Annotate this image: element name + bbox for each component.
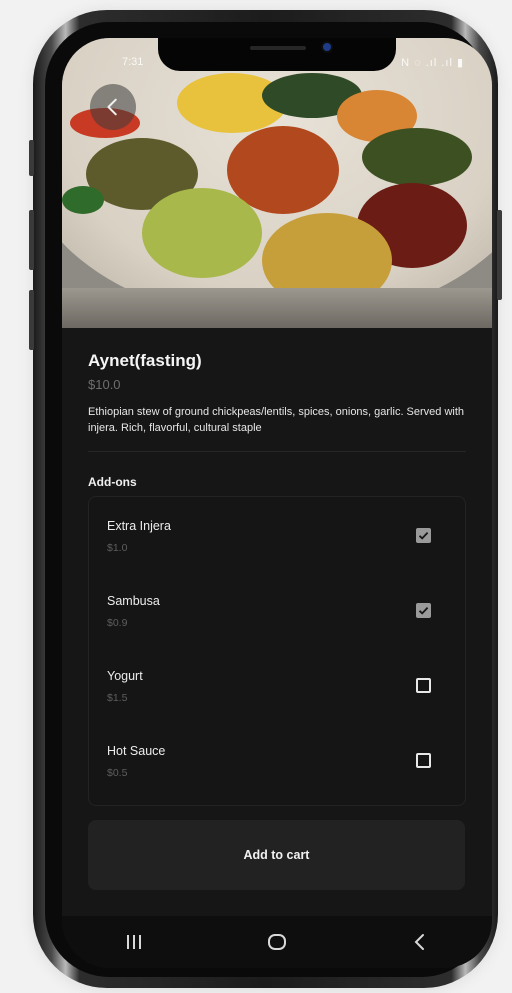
page: 7:31 N ◌ .ıl .ıl ▮ Aynet(fasting) $10.0 … xyxy=(0,0,512,993)
addons-list: Extra Injera $1.0 Sambusa $0.9 Yogurt $1… xyxy=(88,496,466,806)
item-description: Ethiopian stew of ground chickpeas/lenti… xyxy=(88,406,465,434)
food-decoration xyxy=(62,186,104,214)
side-button xyxy=(29,210,34,270)
addon-name: Sambusa xyxy=(107,594,160,608)
back-icon xyxy=(414,934,425,950)
speaker xyxy=(250,46,306,50)
side-button xyxy=(29,140,34,176)
addon-row-yogurt[interactable]: Yogurt $1.5 xyxy=(89,652,465,727)
system-nav-bar xyxy=(62,916,492,968)
recents-button[interactable] xyxy=(114,922,154,962)
screen: 7:31 N ◌ .ıl .ıl ▮ Aynet(fasting) $10.0 … xyxy=(62,38,492,968)
addon-checkbox-unchecked[interactable] xyxy=(416,678,431,693)
addon-price: $0.5 xyxy=(107,767,128,779)
addon-row-hot-sauce[interactable]: Hot Sauce $0.5 xyxy=(89,727,465,802)
add-to-cart-button[interactable]: Add to cart xyxy=(88,820,465,890)
check-icon xyxy=(418,606,429,615)
chevron-left-icon xyxy=(107,98,117,116)
addon-price: $1.5 xyxy=(107,692,128,704)
addon-checkbox-checked[interactable] xyxy=(416,603,431,618)
addon-checkbox-unchecked[interactable] xyxy=(416,753,431,768)
addon-checkbox-checked[interactable] xyxy=(416,528,431,543)
food-decoration xyxy=(362,128,472,186)
status-time: 7:31 xyxy=(122,56,144,68)
notch xyxy=(158,38,396,71)
food-decoration xyxy=(142,188,262,278)
check-icon xyxy=(418,531,429,540)
addon-name: Extra Injera xyxy=(107,519,171,533)
status-icons: N ◌ .ıl .ıl ▮ xyxy=(401,57,464,69)
home-button[interactable] xyxy=(257,922,297,962)
food-image xyxy=(62,38,492,328)
side-button xyxy=(497,210,502,300)
addon-price: $1.0 xyxy=(107,542,128,554)
divider xyxy=(88,451,466,452)
addons-title: Add-ons xyxy=(88,475,137,489)
back-button[interactable] xyxy=(90,84,136,130)
recents-icon xyxy=(126,935,141,949)
item-details: Aynet(fasting) $10.0 Ethiopian stew of g… xyxy=(88,328,466,806)
home-icon xyxy=(267,934,286,950)
addon-name: Hot Sauce xyxy=(107,744,166,758)
addon-name: Yogurt xyxy=(107,669,143,683)
addon-row-extra-injera[interactable]: Extra Injera $1.0 xyxy=(89,502,465,577)
item-price: $10.0 xyxy=(88,377,121,392)
addon-row-sambusa[interactable]: Sambusa $0.9 xyxy=(89,577,465,652)
side-button xyxy=(29,290,34,350)
front-camera xyxy=(323,43,331,51)
addon-price: $0.9 xyxy=(107,617,128,629)
nav-back-button[interactable] xyxy=(400,922,440,962)
item-title: Aynet(fasting) xyxy=(88,351,202,370)
table-edge xyxy=(62,288,492,328)
